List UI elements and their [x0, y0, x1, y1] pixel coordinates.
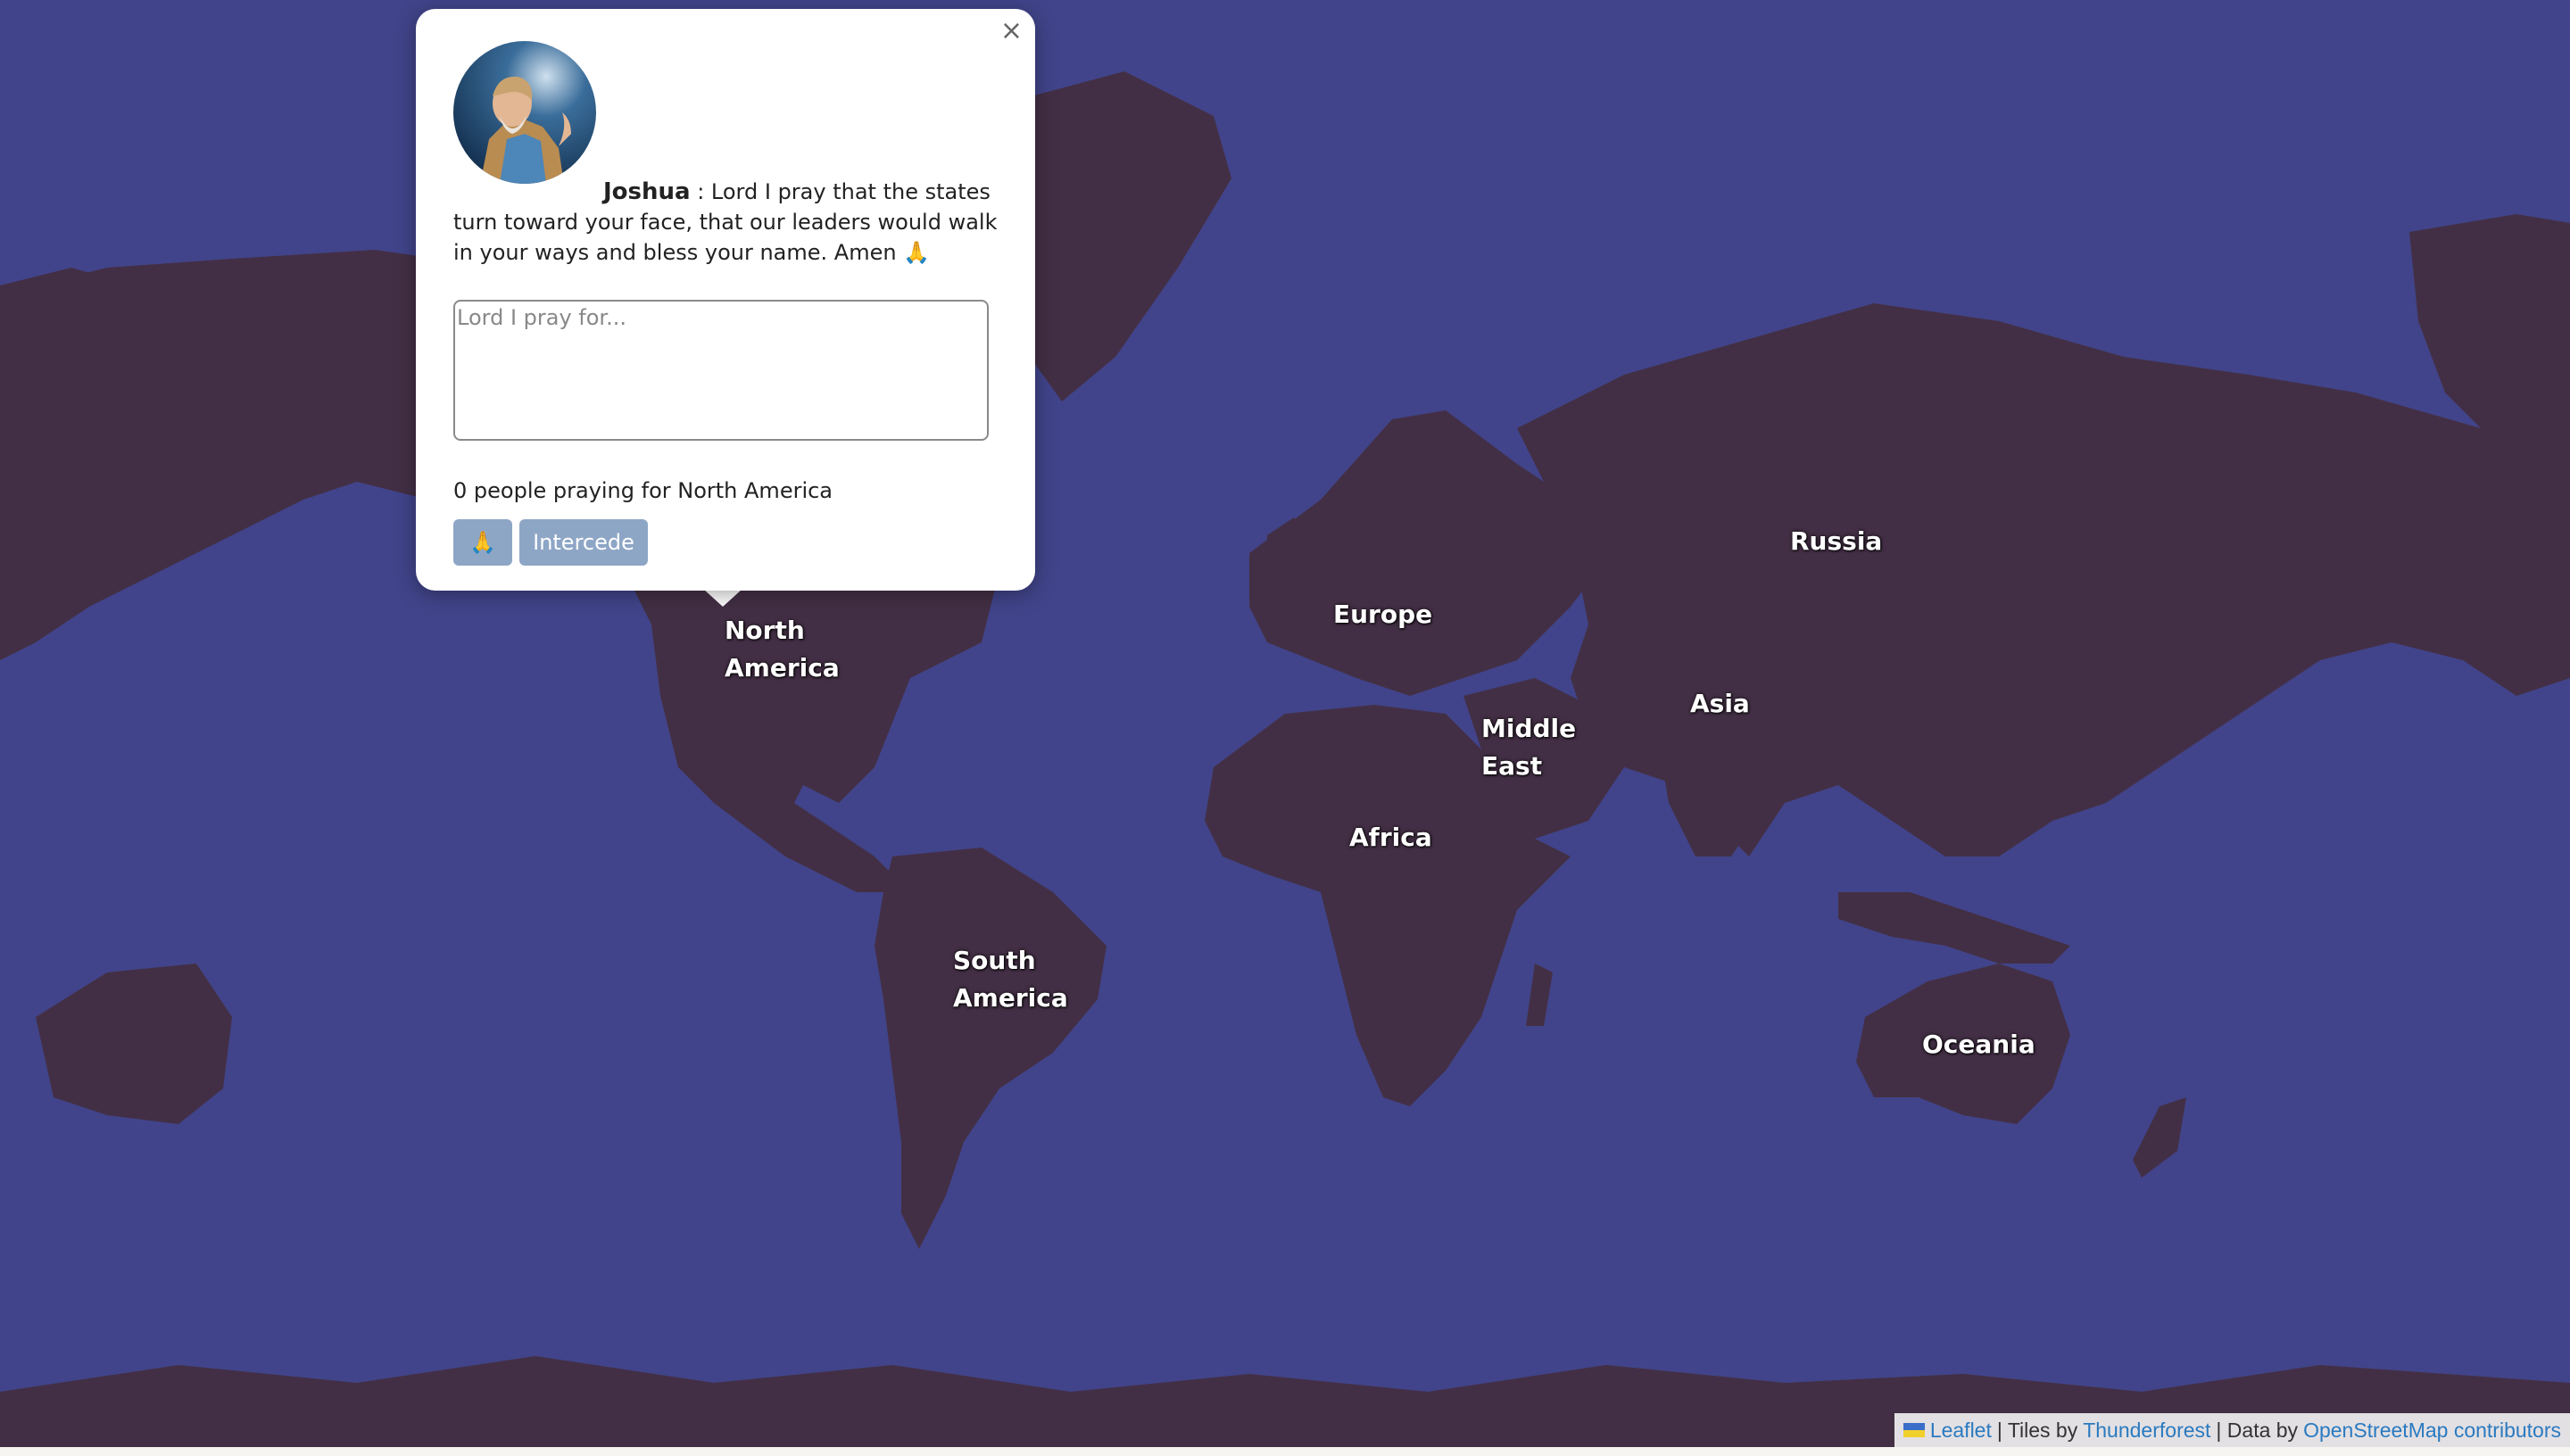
prayer-author: Joshua: [603, 178, 691, 205]
region-label-north-america[interactable]: North America: [725, 612, 840, 687]
intercede-button[interactable]: Intercede: [519, 519, 648, 566]
world-map[interactable]: North America South America Europe Russi…: [0, 0, 2570, 1447]
thunderforest-link[interactable]: Thunderforest: [2083, 1413, 2210, 1447]
landmass-southeast-asia: [1838, 892, 2070, 964]
prayer-input[interactable]: [453, 300, 989, 441]
data-prefix: | Data by: [2216, 1419, 2299, 1442]
region-label-oceania[interactable]: Oceania: [1922, 1026, 2035, 1063]
prayer-separator: :: [690, 179, 711, 204]
landmass-australia-west-wrap: [36, 964, 232, 1124]
prayer-message: Joshua : Lord I pray that the states tur…: [453, 177, 1007, 268]
avatar-portrait-image: [453, 41, 596, 184]
region-label-middle-east[interactable]: Middle East: [1481, 710, 1576, 785]
ukraine-flag-icon: [1903, 1423, 1925, 1437]
region-label-africa[interactable]: Africa: [1349, 819, 1432, 856]
leaflet-link[interactable]: Leaflet: [1930, 1413, 1992, 1447]
landmass-new-zealand: [2133, 1097, 2186, 1178]
region-label-europe[interactable]: Europe: [1333, 596, 1432, 633]
region-label-asia[interactable]: Asia: [1690, 685, 1750, 723]
region-label-south-america[interactable]: South America: [953, 942, 1068, 1017]
landmass-central-america: [767, 785, 901, 892]
prayer-body: Lord I pray that the states turn toward …: [453, 179, 998, 265]
landmass-south-america: [875, 848, 1107, 1249]
tiles-prefix: | Tiles by: [1996, 1419, 2078, 1442]
region-label-russia[interactable]: Russia: [1790, 523, 1882, 560]
avatar: [453, 41, 596, 184]
praying-hands-icon: 🙏: [469, 530, 496, 555]
openstreetmap-link[interactable]: OpenStreetMap contributors: [2303, 1413, 2561, 1447]
praying-count: 0 people praying for North America: [453, 478, 833, 503]
prayer-popup: × Joshua : Lord I pray that the states t…: [416, 9, 1035, 591]
map-attribution: Leaflet | Tiles by Thunderforest | Data …: [1894, 1413, 2570, 1447]
landmass-madagascar: [1526, 964, 1553, 1026]
pray-button[interactable]: 🙏: [453, 519, 512, 566]
landmass-layer: [0, 71, 2570, 1447]
close-icon[interactable]: ×: [1000, 18, 1023, 45]
popup-tip: [703, 589, 742, 607]
